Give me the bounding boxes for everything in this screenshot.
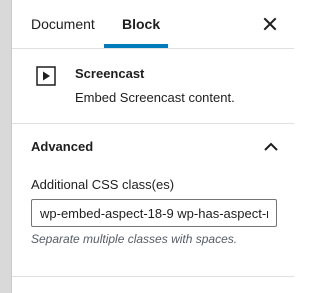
advanced-panel-toggle[interactable]: Advanced	[12, 124, 294, 170]
css-class-label: Additional CSS class(es)	[31, 177, 175, 192]
editor-canvas-edge	[0, 0, 12, 293]
block-settings-sidebar: Document Block Screencast Embed Screenca…	[12, 0, 294, 293]
block-title: Screencast	[75, 66, 145, 81]
tab-block[interactable]: Block	[122, 0, 160, 48]
editor-sidebar-screen: Document Block Screencast Embed Screenca…	[0, 0, 294, 293]
tab-document[interactable]: Document	[31, 0, 95, 48]
active-tab-indicator	[104, 44, 168, 48]
css-class-input[interactable]	[31, 199, 277, 227]
block-description: Embed Screencast content.	[75, 90, 235, 105]
close-sidebar-button[interactable]	[258, 12, 282, 36]
divider	[12, 276, 294, 277]
block-card: Screencast Embed Screencast content.	[12, 49, 294, 124]
close-icon	[263, 17, 277, 31]
sidebar-tabs: Document Block	[12, 0, 294, 49]
advanced-panel-title: Advanced	[31, 139, 94, 154]
play-box-icon	[35, 65, 57, 87]
css-class-help: Separate multiple classes with spaces.	[31, 232, 238, 246]
chevron-up-icon	[264, 142, 278, 151]
